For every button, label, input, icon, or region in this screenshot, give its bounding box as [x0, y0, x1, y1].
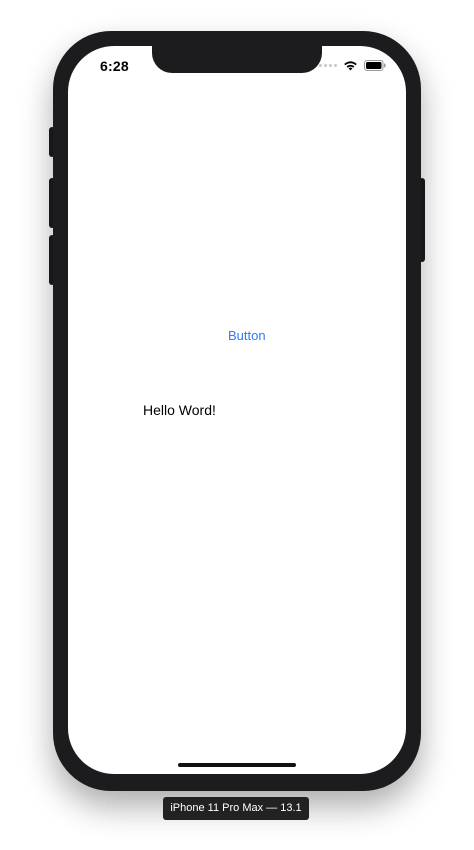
status-icons — [319, 60, 386, 71]
hello-label: Hello Word! — [143, 402, 216, 418]
device-caption: iPhone 11 Pro Max — 13.1 — [163, 797, 309, 820]
battery-icon — [364, 60, 386, 71]
notch — [152, 46, 322, 73]
simulator-stage: 6:28 Button Hello Word! iPhone 11 Pro Ma… — [0, 0, 474, 850]
status-time: 6:28 — [100, 58, 129, 74]
wifi-icon — [343, 60, 358, 71]
cellular-signal-icon — [319, 64, 337, 67]
button[interactable]: Button — [228, 328, 266, 343]
home-indicator[interactable] — [178, 763, 296, 767]
phone-screen: 6:28 Button Hello Word! — [68, 46, 406, 774]
